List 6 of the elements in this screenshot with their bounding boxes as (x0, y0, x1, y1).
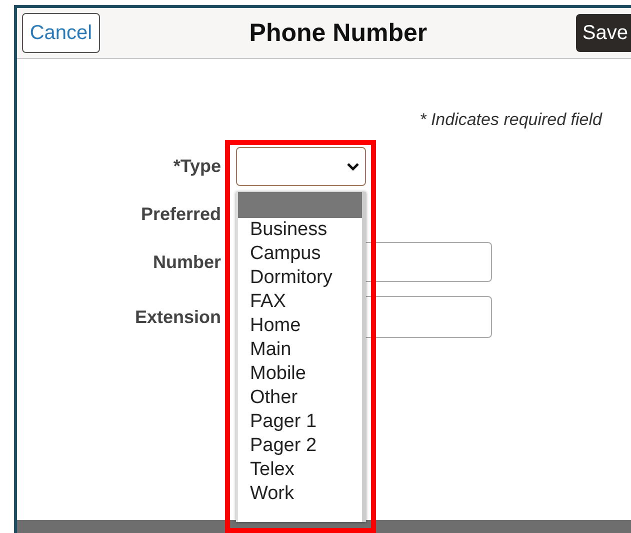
page-title: Phone Number (248, 18, 428, 48)
field-label: *Type (173, 156, 221, 177)
field-label: Preferred (140, 204, 221, 224)
field-label: Extension (134, 306, 221, 328)
field-label: Number (152, 252, 221, 272)
required-note: * Indicates required field (418, 109, 604, 131)
